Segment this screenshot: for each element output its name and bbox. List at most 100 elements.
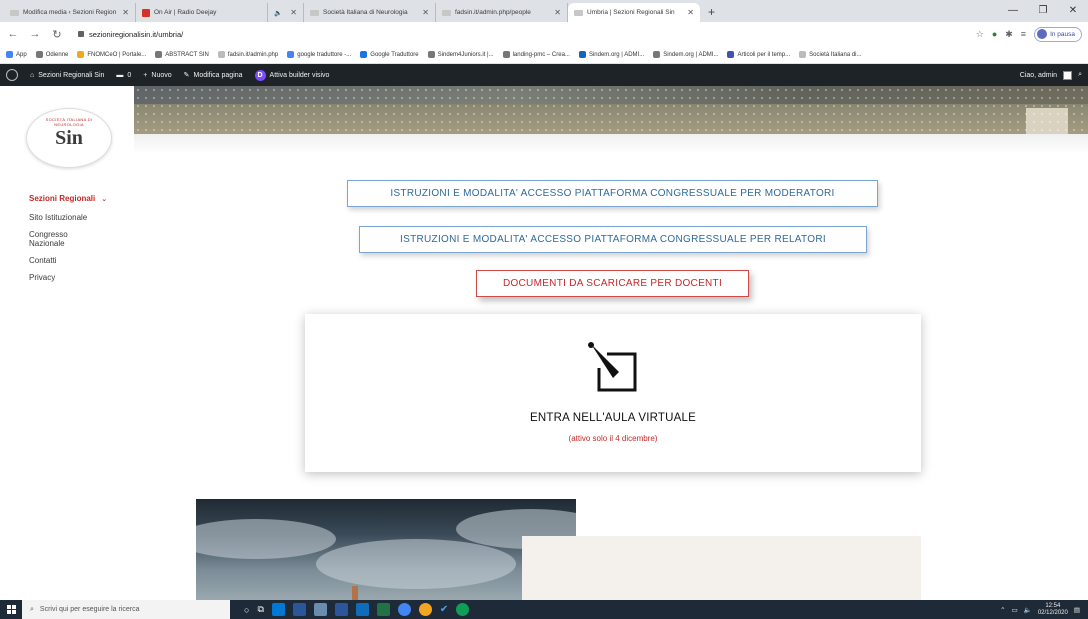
bookmark-favicon-icon: [578, 51, 586, 58]
menu-item-congresso-nazionale[interactable]: Congresso Nazionale: [29, 230, 89, 248]
edge-icon[interactable]: [456, 603, 470, 616]
chevron-up-icon[interactable]: ⌃: [1000, 606, 1005, 614]
site-name-link[interactable]: ⌂ Sezioni Regionali Sin: [30, 72, 104, 79]
bookmark-item[interactable]: Società Italiana di...: [799, 51, 862, 58]
browser-tab[interactable]: 🔈 ✕: [268, 3, 304, 22]
bookmark-item[interactable]: Sindem.org | ADMI...: [578, 51, 644, 58]
outlook-icon[interactable]: [271, 603, 285, 616]
profile-status: In pausa: [1050, 30, 1075, 38]
wordpress-icon[interactable]: [6, 69, 18, 81]
bookmark-label: Sindem.org | ADMI...: [663, 51, 719, 58]
extension-icon[interactable]: ●: [992, 29, 997, 39]
bookmark-item[interactable]: FNOMCeO | Portale...: [77, 51, 146, 58]
menu-item-privacy[interactable]: Privacy: [29, 273, 107, 282]
moderators-instructions-button[interactable]: ISTRUZIONI E MODALITA' ACCESSO PIATTAFOR…: [347, 180, 878, 207]
reading-list-icon[interactable]: ≡: [1021, 29, 1026, 39]
word-icon[interactable]: [334, 603, 348, 616]
bookmark-item[interactable]: ABSTRACT SIN: [155, 51, 209, 58]
bookmark-item[interactable]: google traduttore -...: [287, 51, 351, 58]
puzzle-icon[interactable]: ✱: [1005, 29, 1013, 40]
bookmark-item[interactable]: landing-pmc – Crea...: [502, 51, 570, 58]
edit-page-link[interactable]: ✎ Modifica pagina: [184, 71, 243, 80]
close-tab-icon[interactable]: ✕: [554, 8, 561, 17]
bookmark-item[interactable]: fadsin.it/admin.php: [217, 51, 278, 58]
close-window-icon[interactable]: ✕: [1058, 0, 1088, 22]
bookmark-item[interactable]: App: [6, 51, 27, 58]
bookmark-favicon-icon: [77, 51, 85, 58]
maximize-icon[interactable]: ❐: [1028, 0, 1058, 22]
new-tab-button[interactable]: +: [700, 3, 723, 22]
reload-icon[interactable]: ↻: [50, 28, 64, 41]
tab-title: fadsin.it/admin.php/people: [455, 9, 531, 16]
bookmark-item[interactable]: Sindem.org | ADMI...: [653, 51, 718, 58]
explorer-icon[interactable]: [355, 603, 369, 616]
start-button[interactable]: [0, 600, 22, 619]
menu-item-contatti[interactable]: Contatti: [29, 256, 107, 265]
site-menu: Sezioni Regionali ⌄ Sito Istituzionale Co…: [29, 194, 107, 290]
browser-tab[interactable]: Società Italiana di Neurologia ✕: [304, 3, 436, 22]
edit-label: Modifica pagina: [193, 71, 243, 79]
site-favicon-icon: [574, 9, 583, 16]
volume-icon[interactable]: 🔈: [1024, 606, 1032, 614]
browser-tab[interactable]: Modifica media ‹ Sezioni Region ✕: [4, 3, 136, 22]
star-icon[interactable]: ☆: [976, 29, 984, 40]
bookmark-item[interactable]: Articoli per il temp...: [727, 51, 790, 58]
menu-item-sito-istituzionale[interactable]: Sito Istituzionale: [29, 213, 107, 222]
comments-count: 0: [127, 71, 132, 79]
logo-arc-text: SOCIETÀ ITALIANA DI NEUROLOGIA: [45, 117, 93, 127]
globe-icon: [427, 51, 435, 58]
speakers-instructions-button[interactable]: ISTRUZIONI E MODALITA' ACCESSO PIATTAFOR…: [359, 226, 867, 253]
network-icon[interactable]: ▭: [1012, 606, 1018, 614]
cloud: [196, 519, 336, 559]
search-icon[interactable]: ⌕: [1078, 71, 1082, 79]
taskbar-search[interactable]: ⌕ Scrivi qui per eseguire la ricerca: [22, 600, 230, 619]
builder-label: Attiva builder visivo: [269, 71, 330, 79]
clock[interactable]: 12:54 02/12/2020: [1038, 603, 1068, 617]
bookmark-favicon-icon: [799, 51, 807, 58]
logo-text: Sin: [55, 126, 83, 149]
menu-item-sezioni-regionali[interactable]: Sezioni Regionali ⌄: [29, 194, 107, 204]
bookmark-label: google traduttore -...: [297, 51, 352, 58]
tab-title: Umbria | Sezioni Regionali Sin: [587, 9, 675, 16]
close-tab-icon[interactable]: ✕: [122, 8, 129, 17]
avatar[interactable]: [1063, 70, 1073, 80]
bookmark-item[interactable]: Odienne: [35, 51, 68, 58]
bookmark-item[interactable]: Sindem4Juniors.it |...: [427, 51, 494, 58]
documents-download-button[interactable]: DOCUMENTI DA SCARICARE PER DOCENTI: [476, 270, 749, 297]
excel-icon[interactable]: [376, 603, 390, 616]
bookmark-item[interactable]: Google Traduttore: [360, 51, 419, 58]
forward-icon[interactable]: →: [28, 28, 42, 40]
app-icon[interactable]: [418, 603, 432, 616]
virtual-classroom-card[interactable]: ENTRA NELL'AULA VIRTUALE (attivo solo il…: [305, 314, 921, 472]
audio-icon: 🔈: [274, 9, 283, 17]
task-view-icon[interactable]: ⧉: [257, 604, 263, 615]
translate-icon: [360, 51, 368, 58]
browser-tab-active[interactable]: Umbria | Sezioni Regionali Sin ✕: [568, 3, 700, 22]
bookmark-favicon-icon: [217, 51, 225, 58]
close-tab-icon[interactable]: ✕: [422, 8, 429, 17]
menu-label: Sezioni Regionali: [29, 194, 96, 203]
cortana-icon[interactable]: ○: [244, 605, 249, 615]
minimize-icon[interactable]: —: [998, 0, 1028, 22]
close-tab-icon[interactable]: ✕: [290, 8, 297, 17]
close-tab-icon[interactable]: ✕: [687, 8, 694, 17]
user-greeting[interactable]: Ciao, admin: [1020, 72, 1057, 79]
profile-button[interactable]: In pausa: [1034, 26, 1082, 42]
browser-tab[interactable]: On Air | Radio Deejay: [136, 3, 268, 22]
browser-toolbar: ☆ ● ✱ ≡ In pausa: [976, 26, 1082, 42]
app-icon[interactable]: [313, 603, 327, 616]
chrome-icon[interactable]: [397, 603, 411, 616]
browser-tab[interactable]: fadsin.it/admin.php/people ✕: [436, 3, 568, 22]
calculator-icon[interactable]: [292, 603, 306, 616]
comments-link[interactable]: ▬ 0: [116, 72, 131, 79]
visual-builder-link[interactable]: D Attiva builder visivo: [254, 69, 330, 81]
search-placeholder: Scrivi qui per eseguire la ricerca: [39, 606, 140, 613]
clock-time: 12:54: [1045, 602, 1061, 609]
notifications-icon[interactable]: ▤: [1074, 606, 1080, 614]
url-input[interactable]: sezioniregionalisin.it/umbria/: [72, 25, 968, 43]
new-content-link[interactable]: + Nuovo: [143, 72, 171, 79]
todo-icon[interactable]: ✔: [440, 604, 448, 615]
site-logo[interactable]: SOCIETÀ ITALIANA DI NEUROLOGIA Sin: [26, 108, 112, 168]
back-icon[interactable]: ←: [6, 28, 20, 40]
chevron-down-icon: ⌄: [101, 196, 108, 203]
